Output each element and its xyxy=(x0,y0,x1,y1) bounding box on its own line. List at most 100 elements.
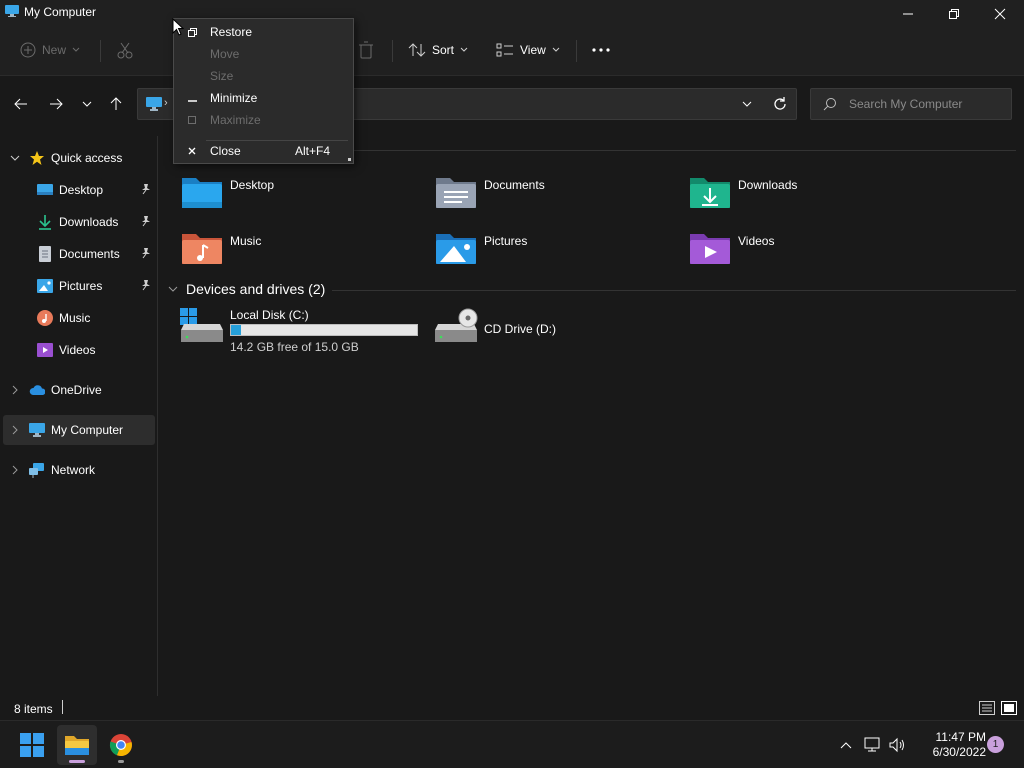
refresh-button[interactable] xyxy=(772,96,788,115)
menu-item-maximize: Maximize xyxy=(174,109,353,131)
sidebar-item-downloads[interactable]: Downloads xyxy=(0,207,156,237)
sidebar-item-network[interactable]: Network xyxy=(0,455,156,485)
sidebar-item-label: OneDrive xyxy=(51,383,102,397)
chevron-right-icon[interactable] xyxy=(9,465,21,475)
folder-tile-music[interactable]: Music xyxy=(180,230,420,274)
resize-grip xyxy=(348,158,351,161)
clock-date: 6/30/2022 xyxy=(932,745,986,759)
menu-item-move: Move xyxy=(174,43,353,65)
sidebar-item-label: Pictures xyxy=(59,279,103,293)
music-icon xyxy=(37,310,53,326)
folder-tile-pictures[interactable]: Pictures xyxy=(434,230,674,274)
minimize-button[interactable] xyxy=(885,0,931,28)
back-button[interactable] xyxy=(9,92,33,116)
view-list-icon xyxy=(496,43,513,57)
taskbar-file-explorer[interactable] xyxy=(57,725,97,765)
new-button[interactable]: New xyxy=(20,28,80,72)
sidebar-item-label: Network xyxy=(51,463,96,477)
pin-icon xyxy=(140,279,152,294)
menu-item-restore[interactable]: Restore xyxy=(174,21,353,43)
refresh-icon xyxy=(774,97,786,110)
forward-button[interactable] xyxy=(44,92,68,116)
chevron-down-icon[interactable] xyxy=(9,154,21,162)
videos-folder-icon xyxy=(690,234,730,264)
arrow-right-icon xyxy=(50,98,63,110)
downloads-folder-icon xyxy=(690,178,730,208)
devices-section-header[interactable]: Devices and drives (2) xyxy=(168,281,325,297)
show-hidden-icons-button[interactable] xyxy=(836,735,856,755)
search-box[interactable] xyxy=(810,88,1012,120)
network-icon xyxy=(29,462,45,478)
ethernet-monitor-icon xyxy=(864,737,880,752)
start-button[interactable] xyxy=(12,725,52,765)
menu-item-close[interactable]: Close Alt+F4 xyxy=(174,140,353,162)
chevron-down-icon xyxy=(168,286,178,292)
sidebar-item-documents[interactable]: Documents xyxy=(0,239,156,269)
minimize-icon xyxy=(903,13,913,15)
folder-label: Documents xyxy=(484,178,545,192)
sidebar-item-my-computer[interactable]: My Computer xyxy=(3,415,155,445)
mouse-cursor-icon xyxy=(172,18,184,36)
view-button[interactable]: View xyxy=(496,28,560,72)
breadcrumb-chevron-icon[interactable]: › xyxy=(164,97,168,109)
command-bar: New Sort View xyxy=(0,28,1024,76)
sidebar-item-label: Music xyxy=(59,311,91,325)
folder-tile-desktop[interactable]: Desktop xyxy=(180,174,420,218)
navigation-pane: Quick access Desktop Downloads Documents… xyxy=(0,136,158,696)
notification-badge[interactable]: 1 xyxy=(987,736,1004,753)
sidebar-item-label: Downloads xyxy=(59,215,119,229)
chevron-right-icon[interactable] xyxy=(9,385,21,395)
star-icon xyxy=(29,150,45,166)
up-button[interactable] xyxy=(104,92,128,116)
folder-tile-documents[interactable]: Documents xyxy=(434,174,674,218)
sort-button[interactable]: Sort xyxy=(408,28,468,72)
minimize-icon xyxy=(174,94,210,103)
large-icons-view-button[interactable] xyxy=(1000,699,1018,717)
sidebar-item-videos[interactable]: Videos xyxy=(0,335,156,365)
drive-tile-cd-drive[interactable]: CD Drive (D:) xyxy=(434,308,634,360)
folder-tile-videos[interactable]: Videos xyxy=(688,230,928,274)
taskbar-chrome[interactable] xyxy=(101,725,141,765)
cut-button[interactable] xyxy=(116,28,134,72)
menu-shortcut: Alt+F4 xyxy=(295,144,331,158)
folder-tile-downloads[interactable]: Downloads xyxy=(688,174,928,218)
trash-icon xyxy=(359,41,373,59)
sidebar-item-pictures[interactable]: Pictures xyxy=(0,271,156,301)
restore-window-button[interactable] xyxy=(931,0,977,28)
close-window-button[interactable] xyxy=(977,0,1023,28)
cloud-icon xyxy=(29,382,45,398)
delete-button[interactable] xyxy=(358,28,374,72)
search-input[interactable] xyxy=(849,94,1007,114)
pictures-folder-icon xyxy=(436,234,476,264)
more-options-button[interactable] xyxy=(592,28,610,72)
restore-icon xyxy=(949,9,959,19)
sidebar-item-onedrive[interactable]: OneDrive xyxy=(0,375,156,405)
menu-item-minimize[interactable]: Minimize xyxy=(174,87,353,109)
folder-label: Music xyxy=(230,234,262,248)
chevron-down-icon xyxy=(742,101,752,107)
download-icon xyxy=(37,214,53,230)
drive-tile-local-disk[interactable]: Local Disk (C:) 14.2 GB free of 15.0 GB xyxy=(180,308,420,360)
volume-button[interactable] xyxy=(888,735,908,755)
pin-icon xyxy=(140,183,152,198)
sidebar-item-music[interactable]: Music xyxy=(0,303,156,333)
chevron-right-icon[interactable] xyxy=(9,425,21,435)
title-bar[interactable]: My Computer xyxy=(0,0,1024,28)
details-view-button[interactable] xyxy=(978,699,996,717)
content-pane: Desktop Documents Downloads Music Pictur… xyxy=(160,136,1024,696)
sidebar-item-label: Videos xyxy=(59,343,96,357)
computer-icon xyxy=(29,422,45,438)
item-count: 8 items xyxy=(14,702,53,716)
drive-label: CD Drive (D:) xyxy=(484,322,556,336)
chevron-down-icon xyxy=(82,101,92,107)
sidebar-item-desktop[interactable]: Desktop xyxy=(0,175,156,205)
address-history-button[interactable] xyxy=(742,97,752,111)
taskbar-clock[interactable]: 11:47 PM 6/30/2022 xyxy=(912,730,986,760)
network-status-button[interactable] xyxy=(863,735,883,755)
cd-drive-icon xyxy=(435,308,478,342)
sidebar-item-quick-access[interactable]: Quick access xyxy=(0,143,156,173)
toolbar-divider xyxy=(576,40,577,62)
recent-locations-button[interactable] xyxy=(75,92,99,116)
window-system-menu: Restore Move Size Minimize Maximize Clos… xyxy=(173,18,354,164)
menu-item-size: Size xyxy=(174,65,353,87)
